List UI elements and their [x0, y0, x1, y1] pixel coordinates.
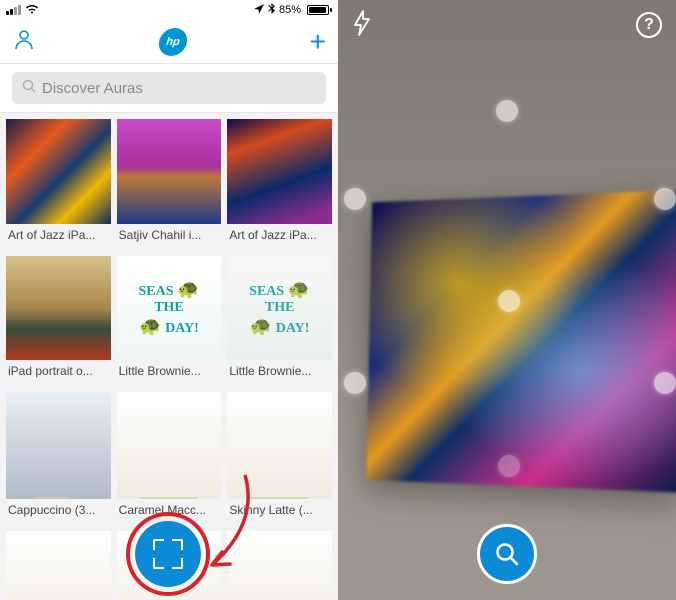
battery-percent: 85%: [279, 4, 301, 16]
discover-screen: 85% hp + Discover Auras: [0, 0, 338, 600]
nav-bar: hp +: [0, 20, 338, 64]
search-input[interactable]: Discover Auras: [12, 72, 326, 104]
flash-icon[interactable]: [352, 10, 372, 41]
grid-item[interactable]: Skinny Latte (...: [227, 392, 332, 525]
camera-target: [366, 190, 676, 493]
scan-icon: [153, 539, 183, 569]
tracking-dot: [496, 100, 518, 122]
tracking-dot: [654, 188, 676, 210]
camera-screen: ?: [338, 0, 676, 600]
grid-item-label: Cappuccino (3...: [6, 499, 111, 525]
grid-item-label: Art of Jazz iPa...: [227, 224, 332, 250]
signal-icon: [6, 5, 21, 15]
search-icon: [22, 79, 36, 97]
bluetooth-icon: [268, 3, 275, 17]
grid-item[interactable]: Caramel Macc...: [117, 392, 222, 525]
tracking-dot: [654, 372, 676, 394]
wifi-icon: [25, 4, 39, 17]
grid-item[interactable]: iPad portrait o...: [6, 256, 111, 387]
grid-item[interactable]: Art of Jazz iPa...: [227, 119, 332, 250]
help-icon[interactable]: ?: [636, 12, 662, 38]
grid-item-label: Little Brownie...: [227, 360, 332, 386]
search-placeholder: Discover Auras: [42, 80, 143, 97]
tracking-dot: [344, 188, 366, 210]
grid-item[interactable]: [227, 531, 332, 600]
grid-item[interactable]: Satjiv Chahil i...: [117, 119, 222, 250]
grid-item-label: iPad portrait o...: [6, 360, 111, 386]
status-bar: 85%: [0, 0, 338, 20]
grid-item[interactable]: SEAS 🐢 THE 🐢 DAY! Little Brownie...: [227, 256, 332, 387]
search-icon: [493, 540, 521, 568]
location-icon: [254, 4, 264, 17]
grid-item-label: Little Brownie...: [117, 360, 222, 386]
camera-search-button[interactable]: [477, 524, 537, 584]
add-icon[interactable]: +: [310, 28, 326, 56]
scan-button[interactable]: [135, 521, 201, 587]
tracking-dot: [498, 290, 520, 312]
battery-icon: [305, 5, 332, 15]
grid-item[interactable]: [6, 531, 111, 600]
tracking-dot: [498, 455, 520, 477]
grid-item-label: Satjiv Chahil i...: [117, 224, 222, 250]
tracking-dot: [344, 372, 366, 394]
grid-item[interactable]: SEAS 🐢 THE 🐢 DAY! Little Brownie...: [117, 256, 222, 387]
grid-item-label: Art of Jazz iPa...: [6, 224, 111, 250]
profile-icon[interactable]: [12, 27, 36, 56]
grid-item[interactable]: Cappuccino (3...: [6, 392, 111, 525]
hp-logo[interactable]: hp: [157, 28, 189, 56]
grid-item[interactable]: Art of Jazz iPa...: [6, 119, 111, 250]
grid-item-label: Skinny Latte (...: [227, 499, 332, 525]
